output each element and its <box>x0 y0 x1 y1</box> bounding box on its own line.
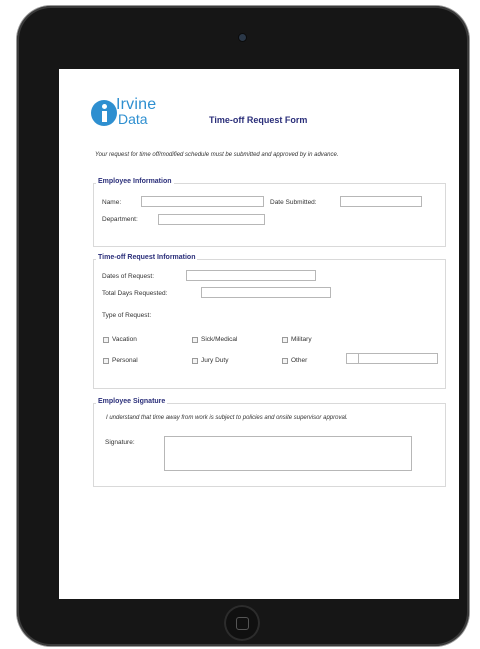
employee-information-section: Employee Information Name: Date Submitte… <box>93 178 446 247</box>
request-information-title: Time-off Request Information <box>96 254 198 261</box>
request-information-section: Time-off Request Information Dates of Re… <box>93 254 446 389</box>
form-title: Time-off Request Form <box>209 115 308 125</box>
personal-checkbox[interactable] <box>103 358 109 364</box>
employee-information-title: Employee Information <box>96 178 174 185</box>
sick-medical-checkbox[interactable] <box>192 337 198 343</box>
jury-duty-checkbox[interactable] <box>192 358 198 364</box>
department-label: Department: <box>102 216 138 223</box>
signature-field[interactable] <box>164 436 412 471</box>
military-label: Military <box>291 336 312 343</box>
name-field[interactable] <box>141 196 264 207</box>
vacation-label: Vacation <box>112 336 137 343</box>
logo-text-line2: Data <box>118 111 148 127</box>
personal-label: Personal <box>112 357 138 364</box>
dates-of-request-field[interactable] <box>186 270 316 281</box>
department-field[interactable] <box>158 214 265 225</box>
vacation-checkbox[interactable] <box>103 337 109 343</box>
date-submitted-field[interactable] <box>340 196 422 207</box>
home-square-icon <box>236 617 249 630</box>
sick-medical-label: Sick/Medical <box>201 336 238 343</box>
other-details-field[interactable] <box>358 353 438 364</box>
name-label: Name: <box>102 199 122 206</box>
date-submitted-label: Date Submitted: <box>270 199 317 206</box>
total-days-label: Total Days Requested: <box>102 290 168 297</box>
tablet-frame: Irvine Data Time-off Request Form Your r… <box>17 6 469 646</box>
jury-duty-label: Jury Duty <box>201 357 229 364</box>
employee-signature-section: Employee Signature I understand that tim… <box>93 398 446 487</box>
dates-of-request-label: Dates of Request: <box>102 273 155 280</box>
home-button[interactable] <box>224 605 260 641</box>
logo-info-icon <box>91 100 117 126</box>
type-of-request-label: Type of Request: <box>102 312 152 319</box>
signature-policy-note: I understand that time away from work is… <box>106 415 348 421</box>
employee-signature-title: Employee Signature <box>96 398 168 405</box>
intro-text: Your request for time off/modified sched… <box>95 152 339 158</box>
signature-label: Signature: <box>105 439 135 446</box>
form-screen: Irvine Data Time-off Request Form Your r… <box>59 69 459 599</box>
camera-icon <box>239 34 246 41</box>
other-label: Other <box>291 357 308 364</box>
other-checkbox[interactable] <box>282 358 288 364</box>
total-days-field[interactable] <box>201 287 331 298</box>
military-checkbox[interactable] <box>282 337 288 343</box>
